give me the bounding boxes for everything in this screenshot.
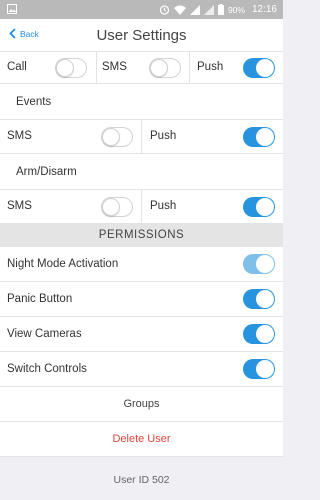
arm-disarm-sms-label: SMS [7, 200, 32, 212]
permission-row: View Cameras [0, 317, 283, 352]
night-mode-toggle[interactable] [243, 254, 275, 274]
battery-percent: 90% [227, 4, 245, 15]
permission-row: Night Mode Activation [0, 247, 283, 282]
switch-controls-toggle[interactable] [243, 359, 275, 379]
delete-user-label: Delete User [112, 433, 171, 445]
notification-row: Call SMS Push [0, 52, 283, 84]
arm-disarm-push-label: Push [150, 200, 177, 212]
page-title: User Settings [96, 27, 187, 44]
arm-disarm-heading: Arm/Disarm [16, 166, 77, 178]
permission-label: Panic Button [7, 293, 73, 305]
panic-button-toggle[interactable] [243, 289, 275, 309]
arm-disarm-heading-row: Arm/Disarm [0, 154, 283, 190]
arm-disarm-row: SMS Push [0, 190, 283, 224]
battery-icon [217, 4, 224, 15]
groups-row[interactable]: Groups [0, 387, 283, 422]
status-bar: 90% 12:16 [0, 0, 283, 19]
call-toggle[interactable] [55, 58, 87, 78]
push-label: Push [197, 61, 224, 73]
events-sms-label: SMS [7, 130, 32, 142]
arm-disarm-push-toggle[interactable] [243, 197, 275, 217]
events-push-toggle[interactable] [243, 127, 275, 147]
permission-row: Switch Controls [0, 352, 283, 387]
groups-label: Groups [123, 398, 160, 410]
sms-toggle[interactable] [149, 58, 181, 78]
permission-row: Panic Button [0, 282, 283, 317]
events-push-label: Push [150, 130, 177, 142]
user-id-label: User ID 502 [113, 474, 170, 486]
permission-label: Night Mode Activation [7, 258, 119, 270]
view-cameras-toggle[interactable] [243, 324, 275, 344]
signal-icon [189, 4, 200, 15]
delete-user-button[interactable]: Delete User [0, 422, 283, 457]
permission-label: View Cameras [7, 328, 82, 340]
events-heading: Events [16, 96, 52, 108]
events-heading-row: Events [0, 84, 283, 120]
wifi-icon [173, 5, 186, 15]
events-row: SMS Push [0, 120, 283, 154]
clock: 12:16 [251, 4, 277, 15]
push-toggle[interactable] [243, 58, 275, 78]
permission-label: Switch Controls [7, 363, 87, 375]
call-label: Call [7, 61, 27, 73]
image-icon [7, 4, 17, 14]
permissions-header: PERMISSIONS [0, 224, 283, 247]
arm-disarm-sms-toggle[interactable] [101, 197, 133, 217]
sms-label: SMS [102, 61, 127, 73]
events-sms-toggle[interactable] [101, 127, 133, 147]
signal-icon-2 [203, 4, 214, 15]
alarm-icon [159, 5, 170, 15]
navigation-bar: Back User Settings [0, 19, 283, 52]
